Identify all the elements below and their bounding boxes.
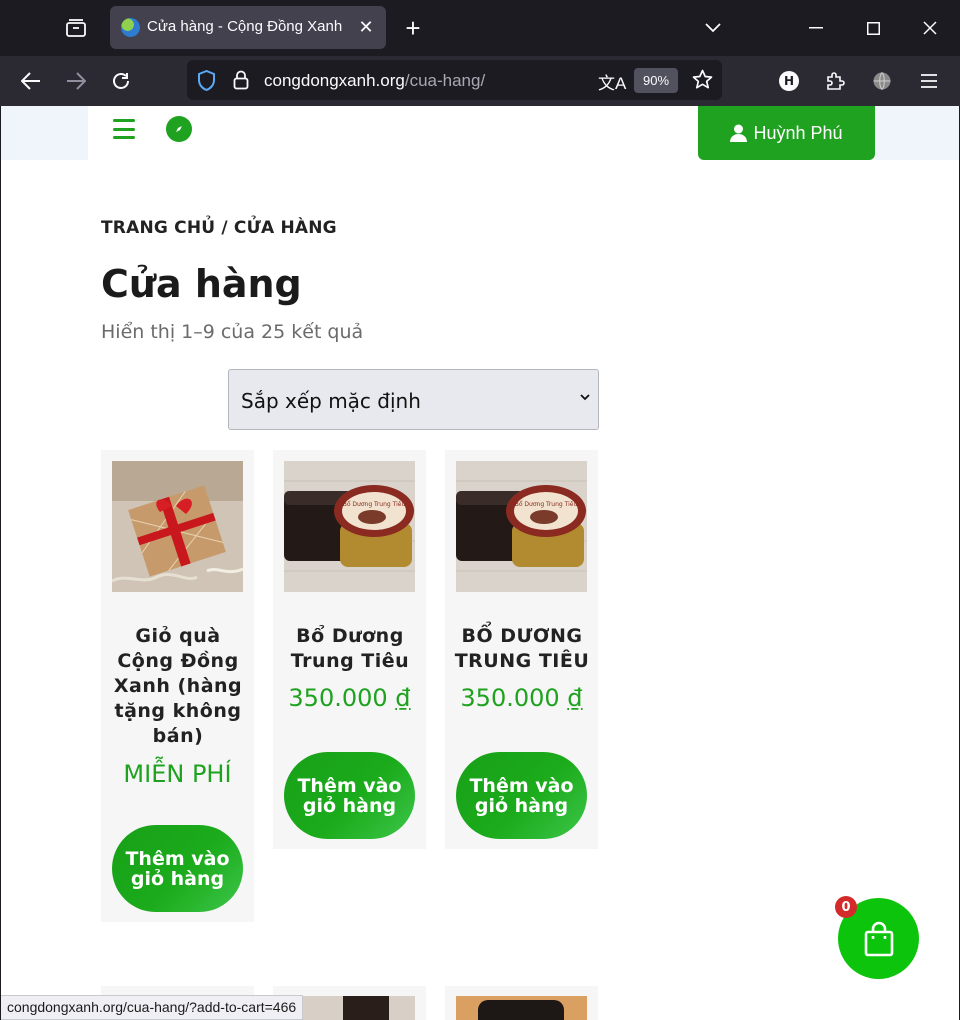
user-icon [730,124,748,142]
close-window-icon[interactable] [912,10,948,46]
browser-tab-bar: Cửa hàng - Cộng Đồng Xanh ✕ + [0,0,960,56]
url-host: congdongxanh.org [264,71,405,90]
product-name[interactable]: Giỏ quà Cộng Đồng Xanh (hàng tặng không … [107,624,249,749]
link-status-bar: congdongxanh.org/cua-hang/?add-to-cart=4… [1,995,304,1020]
product-card: Bổ Dương Trung Tiêu Bổ Dương Trung Tiêu … [273,450,426,849]
product-image-jars[interactable]: Bổ Dương Trung Tiêu [456,461,587,592]
compass-icon[interactable] [166,116,192,142]
add-to-cart-button[interactable]: Thêm vào giỏ hàng [112,825,243,912]
product-image[interactable] [284,996,415,1020]
add-to-cart-button[interactable]: Thêm vào giỏ hàng [456,752,587,839]
profile-initial: H [779,71,799,91]
list-all-tabs-chevron-down-icon[interactable] [695,10,731,46]
product-price: 350.000 ₫ [273,684,426,712]
product-image-gift-box[interactable] [112,461,243,592]
extension-globe-icon[interactable] [865,64,899,98]
chevron-down-icon [580,394,590,401]
bookmark-star-icon[interactable] [692,69,713,94]
new-tab-button[interactable]: + [397,12,429,44]
price-amount: 350.000 [288,684,388,712]
site-favicon-icon [121,18,140,37]
product-price: MIỄN PHÍ [123,760,232,788]
breadcrumb[interactable]: TRANG CHỦ / CỬA HÀNG [101,218,337,238]
web-page: Huỳnh Phú TRANG CHỦ / CỬA HÀNG Cửa hàng … [0,106,960,1020]
translate-icon[interactable]: 文A [598,69,626,94]
browser-nav-bar: congdongxanh.org/cua-hang/ 文A 90% H [0,56,960,106]
account-name: Huỳnh Phú [753,122,843,143]
tab-active[interactable]: Cửa hàng - Cộng Đồng Xanh ✕ [110,6,386,49]
app-menu-hamburger-icon[interactable] [912,64,946,98]
maximize-window-icon[interactable] [855,10,891,46]
product-card [445,986,598,1020]
padlock-icon[interactable] [233,70,249,94]
product-price: 350.000 ₫ [445,684,598,712]
product-card: Giỏ quà Cộng Đồng Xanh (hàng tặng không … [101,450,254,922]
cart-count-badge: 0 [835,896,857,918]
minimize-window-icon[interactable] [798,10,834,46]
product-card: Bổ Dương Trung Tiêu BỔ DƯƠNG TRUNG TIÊU … [445,450,598,849]
jar-label-text: Bổ Dương Trung Tiêu [343,501,406,508]
url-path: /cua-hang/ [404,71,486,90]
product-name[interactable]: BỔ DƯƠNG TRUNG TIÊU [451,624,593,674]
url-text[interactable]: congdongxanh.org/cua-hang/ [264,71,485,91]
product-image-jars[interactable]: Bổ Dương Trung Tiêu [284,461,415,592]
sort-selected-value: Sắp xếp mặc định [241,389,421,413]
profile-avatar-icon[interactable]: H [772,64,806,98]
site-menu-hamburger-icon[interactable] [113,119,135,139]
add-to-cart-button[interactable]: Thêm vào giỏ hàng [284,752,415,839]
forward-arrow-icon[interactable] [59,64,93,98]
price-amount: 350.000 [460,684,560,712]
price-currency: ₫ [395,684,411,712]
tab-overview-icon[interactable] [58,10,94,46]
close-tab-icon[interactable]: ✕ [356,17,376,38]
shopping-bag-icon [864,921,893,956]
back-arrow-icon[interactable] [14,64,48,98]
reload-icon[interactable] [104,64,138,98]
page-title: Cửa hàng [101,262,302,306]
result-count: Hiển thị 1–9 của 25 kết quả [101,321,364,343]
sort-select[interactable]: Sắp xếp mặc định [228,369,599,430]
tracking-protection-shield-icon[interactable] [197,69,216,95]
price-currency: ₫ [567,684,583,712]
product-image[interactable] [456,996,587,1020]
zoom-level-badge[interactable]: 90% [634,68,678,93]
tab-title: Cửa hàng - Cộng Đồng Xanh [147,18,343,35]
address-bar[interactable]: congdongxanh.org/cua-hang/ 文A 90% [187,60,722,100]
account-button[interactable]: Huỳnh Phú [698,106,875,160]
jar-label-text: Bổ Dương Trung Tiêu [515,501,578,508]
extensions-puzzle-icon[interactable] [818,64,852,98]
product-name[interactable]: Bổ Dương Trung Tiêu [279,624,421,674]
